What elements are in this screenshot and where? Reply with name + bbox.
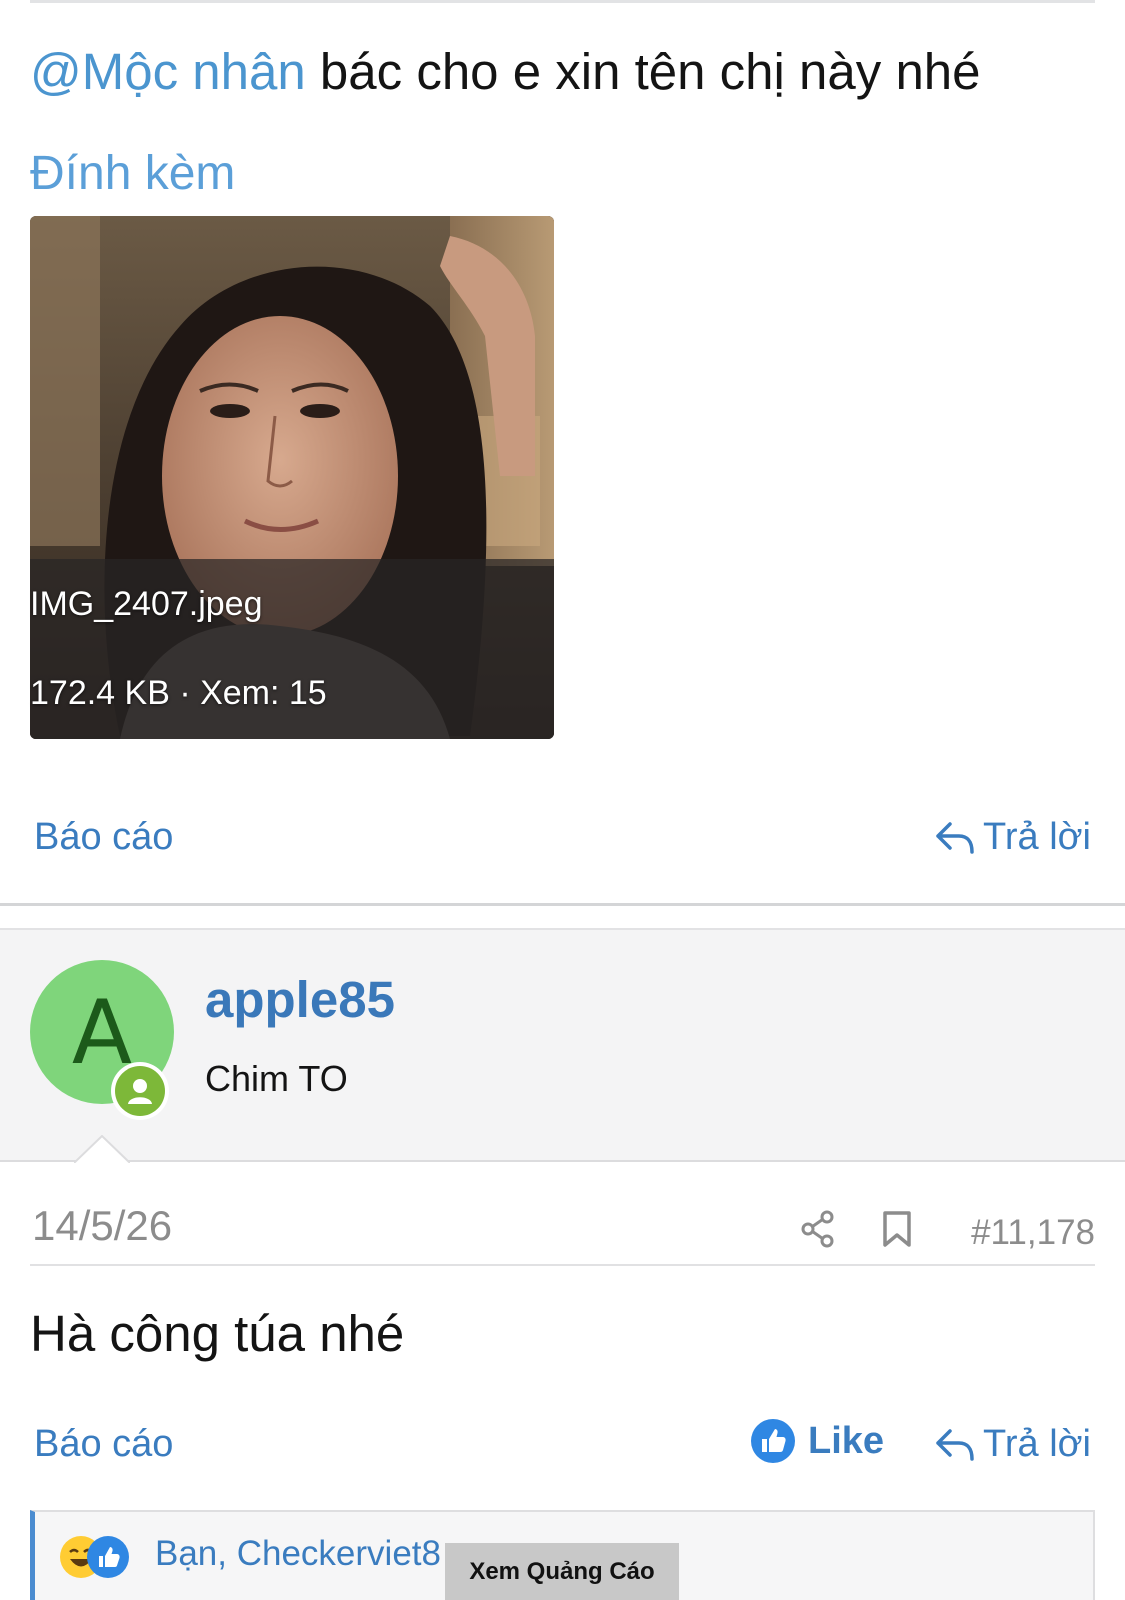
post-body-text: Hà công túa nhé xyxy=(30,1305,405,1362)
like-label: Like xyxy=(808,1419,885,1462)
attachment-filename: IMG_2407.jpeg xyxy=(30,585,263,623)
reply-icon xyxy=(936,821,974,854)
post-number-link[interactable]: #11,178 xyxy=(971,1213,1095,1253)
reply-button[interactable]: Trả lời xyxy=(935,1423,1091,1466)
post-body: @Mộc nhân bác cho e xin tên chị này nhé xyxy=(30,42,981,102)
reaction-icons xyxy=(60,1536,129,1578)
post-date-link[interactable]: 14/5/26 xyxy=(32,1202,172,1250)
user-icon xyxy=(128,1079,152,1104)
report-button[interactable]: Báo cáo xyxy=(34,1423,173,1466)
reply-label: Trả lời xyxy=(983,816,1091,858)
post-body-text: bác cho e xin tên chị này nhé xyxy=(305,43,981,100)
user-title: Chim TO xyxy=(205,1058,348,1099)
like-icon xyxy=(751,1419,795,1463)
user-mention-link[interactable]: @Mộc nhân xyxy=(30,43,306,100)
reply-button[interactable]: Trả lời xyxy=(935,816,1091,859)
share-icon[interactable] xyxy=(800,1210,836,1248)
reply-icon xyxy=(936,1428,974,1461)
reply-label: Trả lời xyxy=(983,1423,1091,1465)
view-ad-button[interactable]: Xem Quảng Cáo xyxy=(445,1543,679,1600)
username-link[interactable]: apple85 xyxy=(205,970,395,1029)
meta-divider xyxy=(30,1264,1095,1266)
like-button[interactable]: Like xyxy=(750,1418,884,1464)
online-status-badge xyxy=(111,1062,169,1120)
message-pointer xyxy=(74,1135,130,1163)
attachment-thumbnail[interactable] xyxy=(30,216,554,739)
reactions-summary: Bạn, Checkerviet8 xyxy=(155,1534,441,1573)
report-button[interactable]: Báo cáo xyxy=(34,816,173,859)
attachment-meta: 172.4 KB · Xem: 15 xyxy=(30,674,327,712)
top-divider xyxy=(30,0,1095,3)
bookmark-icon[interactable] xyxy=(882,1210,912,1248)
attachments-heading: Đính kèm xyxy=(30,147,236,200)
